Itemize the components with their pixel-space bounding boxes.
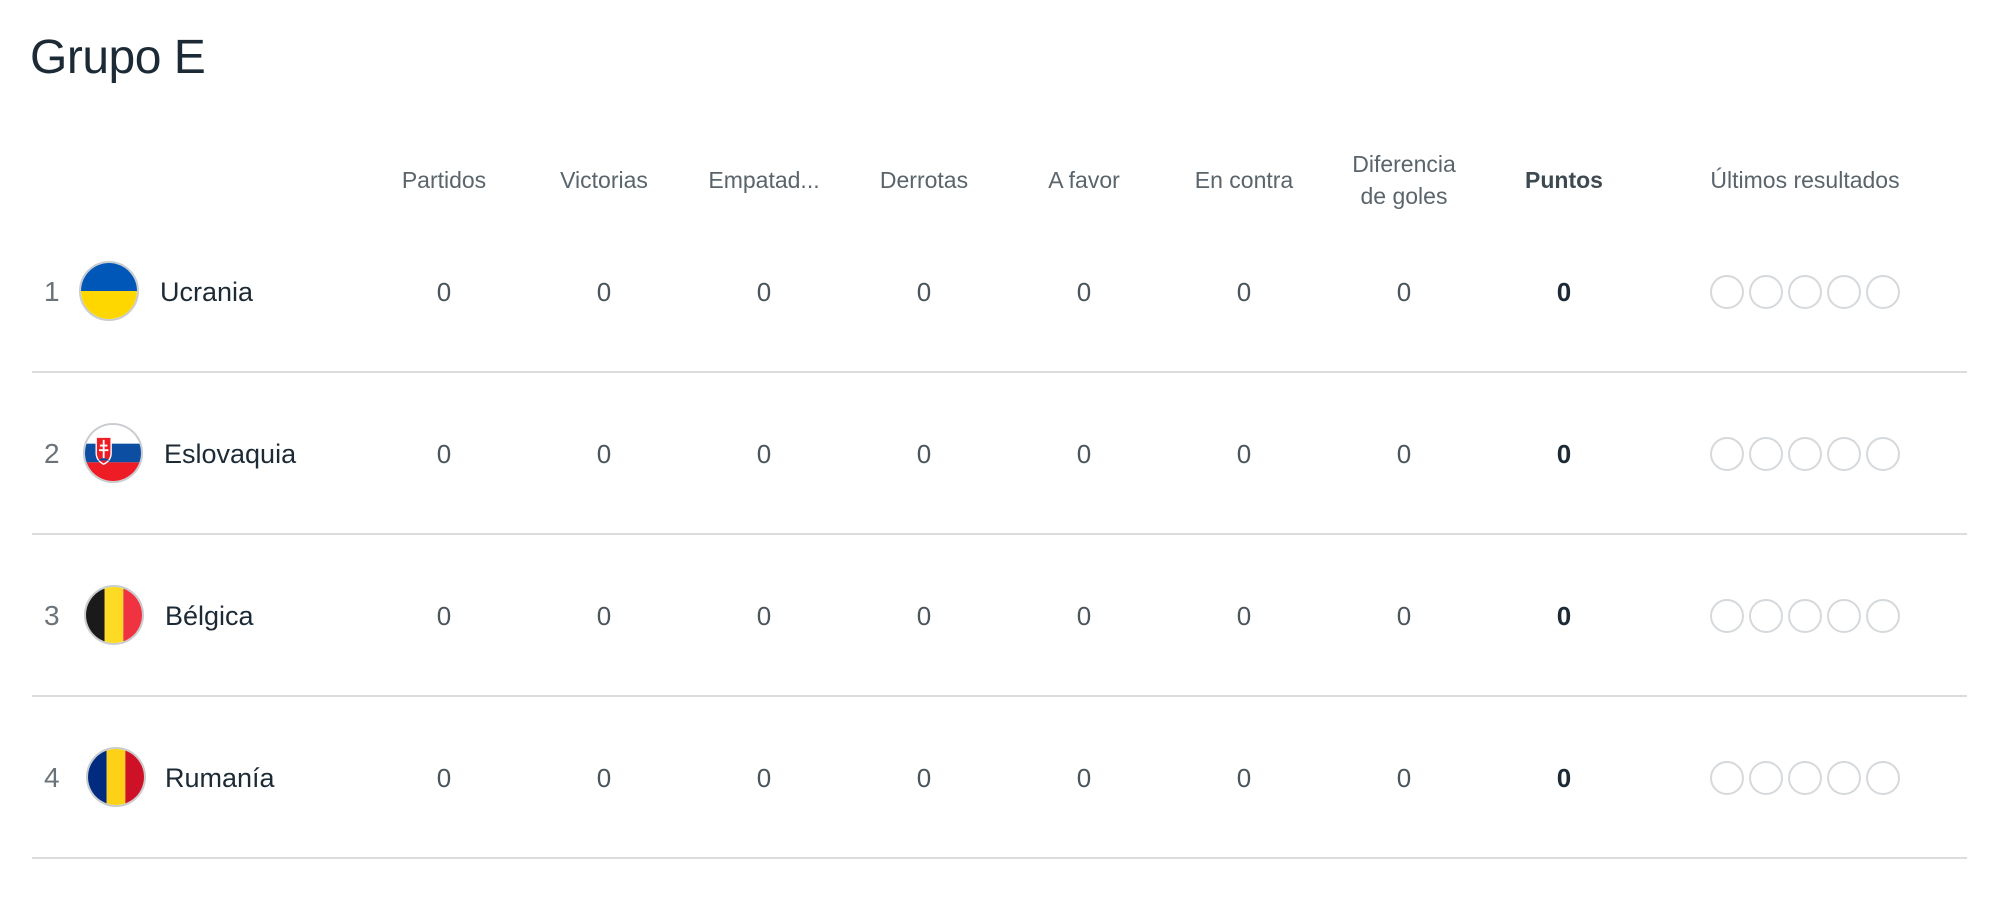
header-wins[interactable]: Victorias [529,140,679,220]
header-goals-against[interactable]: En contra [1169,140,1319,220]
played-value: 0 [436,438,452,469]
table-row[interactable]: 2 Eslovaquia 0 0 0 0 0 0 0 0 [0,373,1992,535]
result-placeholder [1788,437,1822,471]
draws-value: 0 [756,276,772,307]
result-placeholder [1827,599,1861,633]
team-rank: 1 [44,276,60,307]
last-results [1675,373,1935,535]
result-placeholder [1749,599,1783,633]
team-rank: 4 [44,762,60,793]
draws-value: 0 [756,600,772,631]
played-value: 0 [436,276,452,307]
last-results [1675,211,1935,373]
header-goal-difference[interactable]: Diferencia de goles [1329,140,1479,220]
result-placeholder [1866,437,1900,471]
goal-difference-value: 0 [1396,762,1412,793]
losses-value: 0 [916,276,932,307]
goals-against-value: 0 [1236,762,1252,793]
result-placeholder [1788,761,1822,795]
header-last-results: Últimos resultados [1710,167,1900,193]
goals-for-value: 0 [1076,600,1092,631]
standings-header: Partidos Victorias Empatad... Derrotas A… [0,140,1992,220]
result-placeholder [1866,275,1900,309]
row-divider [32,857,1967,859]
points-value: 0 [1556,438,1572,469]
goals-for-value: 0 [1076,438,1092,469]
table-row[interactable]: 1 Ucrania 0 0 0 0 0 0 0 0 [0,211,1992,373]
goals-for-value: 0 [1076,276,1092,307]
points-value: 0 [1556,762,1572,793]
played-value: 0 [436,600,452,631]
result-placeholder [1866,761,1900,795]
team-name[interactable]: Bélgica [165,535,254,697]
wins-value: 0 [596,438,612,469]
wins-value: 0 [596,762,612,793]
losses-value: 0 [916,438,932,469]
header-losses[interactable]: Derrotas [849,140,999,220]
table-row[interactable]: 4 Rumanía 0 0 0 0 0 0 0 0 [0,697,1992,859]
played-value: 0 [436,762,452,793]
page-title: Grupo E [30,31,206,84]
wins-value: 0 [596,600,612,631]
last-results [1675,535,1935,697]
result-placeholder [1827,437,1861,471]
result-placeholder [1749,275,1783,309]
result-placeholder [1749,761,1783,795]
team-name[interactable]: Eslovaquia [164,373,296,535]
header-goals-for[interactable]: A favor [1009,140,1159,220]
header-points[interactable]: Puntos [1489,140,1639,220]
goals-for-value: 0 [1076,762,1092,793]
losses-value: 0 [916,600,932,631]
losses-value: 0 [916,762,932,793]
header-draws[interactable]: Empatad... [689,140,839,220]
header-played[interactable]: Partidos [369,140,519,220]
result-placeholder [1788,275,1822,309]
header-goal-difference-line2: de goles [1360,183,1448,209]
goal-difference-value: 0 [1396,438,1412,469]
result-placeholder [1710,599,1744,633]
team-name[interactable]: Rumanía [165,697,275,859]
header-goal-difference-line1: Diferencia [1352,151,1456,177]
team-name[interactable]: Ucrania [160,211,253,373]
belgium-flag-icon [84,585,144,645]
goals-against-value: 0 [1236,438,1252,469]
result-placeholder [1749,437,1783,471]
goals-against-value: 0 [1236,276,1252,307]
result-placeholder [1866,599,1900,633]
last-results [1675,697,1935,859]
result-placeholder [1710,275,1744,309]
points-value: 0 [1556,600,1572,631]
points-value: 0 [1556,276,1572,307]
draws-value: 0 [756,438,772,469]
goals-against-value: 0 [1236,600,1252,631]
table-row[interactable]: 3 Bélgica 0 0 0 0 0 0 0 0 [0,535,1992,697]
goal-difference-value: 0 [1396,600,1412,631]
result-placeholder [1710,437,1744,471]
result-placeholder [1827,761,1861,795]
romania-flag-icon [86,747,146,807]
result-placeholder [1788,599,1822,633]
team-rank: 3 [44,600,60,631]
ukraine-flag-icon [79,261,139,321]
goal-difference-value: 0 [1396,276,1412,307]
team-rank: 2 [44,438,60,469]
wins-value: 0 [596,276,612,307]
result-placeholder [1827,275,1861,309]
slovakia-flag-icon [83,423,143,483]
draws-value: 0 [756,762,772,793]
result-placeholder [1710,761,1744,795]
